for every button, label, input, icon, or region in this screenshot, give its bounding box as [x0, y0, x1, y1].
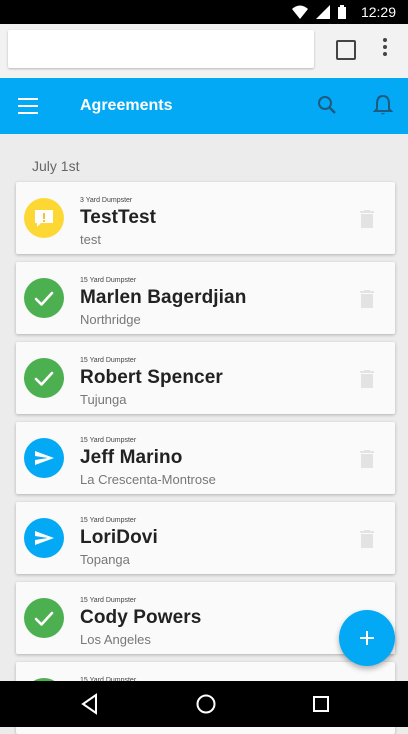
browser-toolbar	[0, 24, 408, 78]
customer-location: test	[80, 232, 101, 247]
customer-name: Jeff Marino	[80, 447, 183, 468]
delete-icon[interactable]	[360, 370, 374, 388]
agreement-card[interactable]: 15 Yard Dumpster LoriDovi Topanga	[16, 502, 395, 574]
home-icon[interactable]	[195, 693, 217, 715]
delete-icon[interactable]	[360, 450, 374, 468]
agreement-card[interactable]: 3 Yard Dumpster TestTest test	[16, 182, 395, 254]
dumpster-type: 15 Yard Dumpster	[80, 357, 137, 364]
system-nav-bar	[0, 681, 408, 727]
search-icon[interactable]	[316, 94, 338, 116]
delete-icon[interactable]	[360, 290, 374, 308]
customer-location: Los Angeles	[80, 632, 151, 647]
dumpster-type: 15 Yard Dumpster	[80, 277, 137, 284]
notifications-icon[interactable]	[373, 94, 393, 116]
delete-icon[interactable]	[360, 530, 374, 548]
check-icon	[34, 291, 54, 306]
check-icon	[34, 371, 54, 386]
status-avatar	[24, 278, 64, 318]
menu-icon[interactable]	[18, 98, 38, 114]
battery-icon	[338, 5, 346, 19]
send-icon	[35, 531, 54, 545]
status-avatar	[24, 518, 64, 558]
delete-icon[interactable]	[360, 210, 374, 228]
customer-location: Topanga	[80, 552, 130, 567]
dumpster-type: 3 Yard Dumpster	[80, 197, 133, 204]
status-time: 12:29	[360, 4, 396, 20]
customer-location: Tujunga	[80, 392, 127, 407]
dumpster-type: 15 Yard Dumpster	[80, 517, 137, 524]
page-title: Agreements	[80, 97, 173, 114]
cell-signal-icon	[316, 5, 330, 19]
agreement-card[interactable]: 15 Yard Dumpster Marlen Bagerdjian Northri…	[16, 262, 395, 334]
customer-name: TestTest	[80, 207, 157, 228]
back-icon[interactable]	[80, 693, 100, 715]
status-avatar	[24, 598, 64, 638]
tab-switcher-icon[interactable]	[336, 40, 356, 60]
customer-name: Cody Powers	[80, 607, 202, 628]
status-bar: 12:29	[0, 0, 408, 24]
plus-icon	[360, 631, 374, 645]
dumpster-type: 15 Yard Dumpster	[80, 437, 137, 444]
check-icon	[34, 611, 54, 626]
wifi-icon	[292, 5, 308, 19]
status-avatar	[24, 358, 64, 398]
customer-name: Robert Spencer	[80, 367, 223, 388]
agreement-card[interactable]: 15 Yard Dumpster Jeff Marino La Crescenta-…	[16, 422, 395, 494]
customer-location: La Crescenta-Montrose	[80, 472, 216, 487]
dumpster-type: 15 Yard Dumpster	[80, 597, 137, 604]
status-avatar	[24, 438, 64, 478]
agreement-card[interactable]: 15 Yard Dumpster Robert Spencer Tujunga	[16, 342, 395, 414]
date-header: July 1st	[32, 158, 80, 174]
customer-name: Marlen Bagerdjian	[80, 287, 247, 308]
customer-location: Northridge	[80, 312, 141, 327]
app-bar: Agreements	[0, 78, 408, 134]
alert-message-icon	[35, 210, 53, 227]
url-bar[interactable]	[8, 30, 314, 68]
browser-menu-icon[interactable]	[382, 38, 388, 60]
recents-icon[interactable]	[312, 693, 330, 715]
add-agreement-button[interactable]	[339, 610, 395, 666]
customer-name: LoriDovi	[80, 527, 158, 548]
send-icon	[35, 451, 54, 465]
status-avatar	[24, 198, 64, 238]
